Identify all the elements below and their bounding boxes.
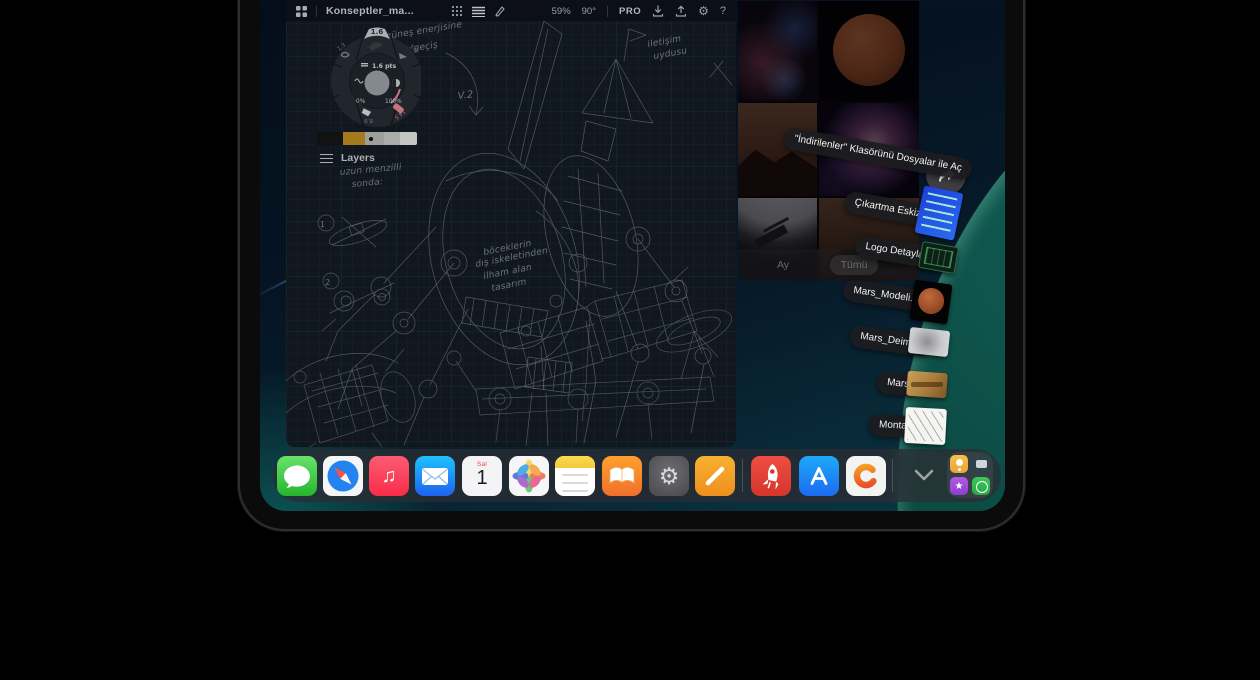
dots-grid-icon[interactable] bbox=[451, 5, 463, 17]
app-icon-settings[interactable]: ⚙ bbox=[649, 456, 689, 496]
toolbar-divider bbox=[316, 6, 317, 17]
app-icon-messages[interactable] bbox=[277, 456, 317, 496]
app-icon-music[interactable]: ♫ bbox=[369, 456, 409, 496]
document-title[interactable]: Konseptler_ma... bbox=[326, 5, 414, 17]
dock-divider bbox=[892, 459, 893, 492]
layers-button[interactable]: Layers bbox=[320, 152, 375, 164]
chevron-down-icon[interactable] bbox=[911, 465, 937, 485]
active-size-value: 1.6 bbox=[371, 28, 384, 36]
export-share-icon[interactable] bbox=[675, 5, 687, 17]
brush-preview-dot bbox=[365, 71, 390, 96]
app-icon-books[interactable] bbox=[602, 456, 642, 496]
app-icon-sketch-pen[interactable] bbox=[695, 456, 735, 496]
mini-app-clock-icon bbox=[972, 477, 990, 495]
mini-app-star-icon: ★ bbox=[950, 477, 968, 495]
swatch-gray-selected[interactable] bbox=[365, 132, 384, 145]
swatch-white[interactable] bbox=[400, 132, 417, 145]
app-icon-concepts[interactable] bbox=[846, 456, 886, 496]
selected-swatch-dot bbox=[369, 137, 373, 141]
ipad-screen: 1 2 güneş enerjisine geçiş iletişim uydu… bbox=[260, 0, 1005, 511]
stroke-size-label: 1.6 pts bbox=[372, 63, 397, 70]
app-icon-photos[interactable] bbox=[509, 456, 549, 496]
opacity-min-label: 0% bbox=[356, 99, 366, 105]
layers-panel-icon[interactable] bbox=[472, 6, 485, 17]
thumbnail-sticker-sketches[interactable] bbox=[914, 185, 963, 240]
color-swatch-bar[interactable] bbox=[317, 132, 417, 145]
app-icon-mail[interactable] bbox=[415, 456, 455, 496]
brush-size-bottom-left[interactable]: 8.9 bbox=[364, 117, 373, 123]
app-icon-notes[interactable] bbox=[555, 456, 595, 496]
thumbnail-mars-model[interactable] bbox=[909, 280, 952, 325]
rotation-angle[interactable]: 90° bbox=[582, 6, 596, 17]
pen-tool-icon[interactable] bbox=[494, 5, 506, 17]
zoom-level[interactable]: 59% bbox=[552, 6, 571, 17]
app-icon-calendar[interactable]: Sal 1 bbox=[462, 456, 502, 496]
thumbnail-logo-details[interactable] bbox=[918, 241, 959, 274]
pro-badge[interactable]: PRO bbox=[619, 6, 641, 17]
concepts-toolbar: Konseptler_ma... 59% 90° PRO bbox=[286, 1, 736, 21]
concepts-app-window: 1 2 güneş enerjisine geçiş iletişim uydu… bbox=[286, 1, 736, 447]
app-icon-rocket[interactable] bbox=[751, 456, 791, 496]
swatch-black[interactable] bbox=[317, 132, 343, 145]
layers-menu-icon bbox=[320, 154, 333, 163]
thumbnail-mars[interactable] bbox=[906, 371, 948, 399]
thumbnail-mars-deimos[interactable] bbox=[908, 327, 950, 357]
brush-tool-wheel[interactable]: 1.6 1.3 3.5 8.9 14.5 1.6 pts bbox=[325, 23, 421, 129]
ipad-device-frame: 1 2 güneş enerjisine geçiş iletişim uydu… bbox=[238, 0, 1025, 531]
import-icon[interactable] bbox=[652, 5, 664, 17]
dock: ♫ Sal 1 ⚙ bbox=[273, 449, 1001, 502]
mini-app-lightbulb-icon bbox=[950, 455, 968, 473]
swatch-gold[interactable] bbox=[343, 132, 365, 145]
toolbar-divider bbox=[607, 6, 608, 17]
settings-gear-icon[interactable]: ⚙ bbox=[698, 5, 709, 17]
calendar-day: 1 bbox=[462, 468, 502, 488]
help-icon[interactable]: ? bbox=[720, 5, 726, 17]
app-library-cluster[interactable]: ★ bbox=[947, 452, 993, 498]
dock-divider bbox=[742, 459, 743, 492]
thumbnail-montage[interactable] bbox=[904, 407, 947, 445]
grid-menu-icon[interactable] bbox=[296, 6, 307, 17]
layers-label: Layers bbox=[341, 152, 375, 164]
swatch-light-gray[interactable] bbox=[384, 132, 400, 145]
app-icon-app-store[interactable] bbox=[799, 456, 839, 496]
mini-app-camera-icon bbox=[972, 455, 990, 473]
svg-text:V.2: V.2 bbox=[457, 89, 474, 102]
app-icon-safari[interactable] bbox=[323, 456, 363, 496]
opacity-max-label: 100% bbox=[385, 99, 402, 105]
